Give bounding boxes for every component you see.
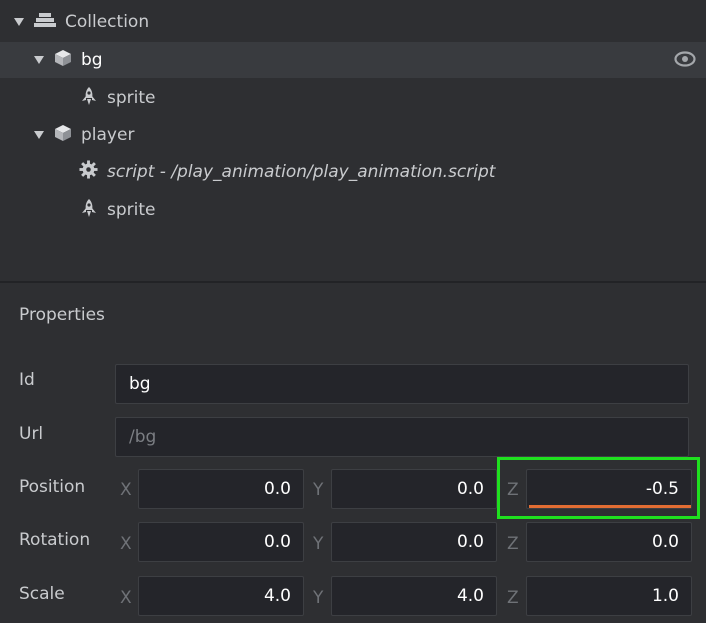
rotation-x-value: 0.0 xyxy=(263,532,291,552)
outline-item-label: script - /play_animation/play_animation.… xyxy=(107,162,496,182)
scale-z-axis-label: Z xyxy=(507,588,519,608)
position-x-axis-label: X xyxy=(120,480,132,500)
outline-item-bg[interactable]: bg xyxy=(0,42,706,78)
rotation-x-axis-label: X xyxy=(120,534,132,554)
outline-item-collection[interactable]: Collection xyxy=(0,4,706,40)
script-gear-icon xyxy=(79,160,98,184)
rotation-y-value: 0.0 xyxy=(456,532,484,552)
expand-arrow-icon[interactable] xyxy=(34,56,44,64)
game-object-icon xyxy=(54,124,72,147)
outline-item-label: player xyxy=(81,125,135,145)
outline-item-sprite[interactable]: sprite xyxy=(0,80,706,116)
url-value: /bg xyxy=(129,427,157,447)
outline-item-sprite[interactable]: sprite xyxy=(0,192,706,228)
expand-arrow-icon[interactable] xyxy=(14,18,24,26)
rotation-y-input[interactable]: 0.0 xyxy=(331,522,497,562)
position-label: Position xyxy=(19,477,86,497)
rotation-x-input[interactable]: 0.0 xyxy=(138,522,304,562)
scale-x-input[interactable]: 4.0 xyxy=(138,576,304,616)
id-input[interactable]: bg xyxy=(115,364,689,404)
rotation-z-value: 0.0 xyxy=(651,532,679,552)
sprite-icon xyxy=(80,86,98,111)
rotation-z-input[interactable]: 0.0 xyxy=(526,522,692,562)
game-object-icon xyxy=(54,49,72,72)
id-value: bg xyxy=(129,374,151,394)
scale-x-value: 4.0 xyxy=(263,586,291,606)
position-x-value: 0.0 xyxy=(263,479,291,499)
id-label: Id xyxy=(19,370,35,390)
outline-item-player[interactable]: player xyxy=(0,117,706,153)
outline-item-label: bg xyxy=(81,50,103,70)
scale-y-input[interactable]: 4.0 xyxy=(331,576,497,616)
position-y-input[interactable]: 0.0 xyxy=(331,469,497,509)
url-label: Url xyxy=(19,424,44,444)
scale-z-input[interactable]: 1.0 xyxy=(526,576,692,616)
url-field: /bg xyxy=(115,417,689,457)
outline-item-label: sprite xyxy=(107,88,156,108)
outline-panel: Collection bg sprite player script - /pl… xyxy=(0,0,706,281)
outline-item-label: Collection xyxy=(65,12,150,32)
scale-label: Scale xyxy=(19,584,65,604)
scale-y-axis-label: Y xyxy=(313,588,324,608)
rotation-y-axis-label: Y xyxy=(313,534,324,554)
position-y-value: 0.0 xyxy=(456,479,484,499)
outline-item-label: sprite xyxy=(107,200,156,220)
rotation-z-axis-label: Z xyxy=(507,534,519,554)
position-x-input[interactable]: 0.0 xyxy=(138,469,304,509)
rotation-label: Rotation xyxy=(19,530,91,550)
highlight-box xyxy=(497,457,700,519)
eye-icon[interactable] xyxy=(674,51,696,72)
outline-item-script[interactable]: script - /play_animation/play_animation.… xyxy=(0,154,706,190)
expand-arrow-icon[interactable] xyxy=(34,131,44,139)
collection-icon xyxy=(34,12,56,33)
scale-z-value: 1.0 xyxy=(651,586,679,606)
properties-title: Properties xyxy=(19,305,105,325)
sprite-icon xyxy=(80,198,98,223)
scale-x-axis-label: X xyxy=(120,588,132,608)
position-y-axis-label: Y xyxy=(313,480,324,500)
scale-y-value: 4.0 xyxy=(456,586,484,606)
